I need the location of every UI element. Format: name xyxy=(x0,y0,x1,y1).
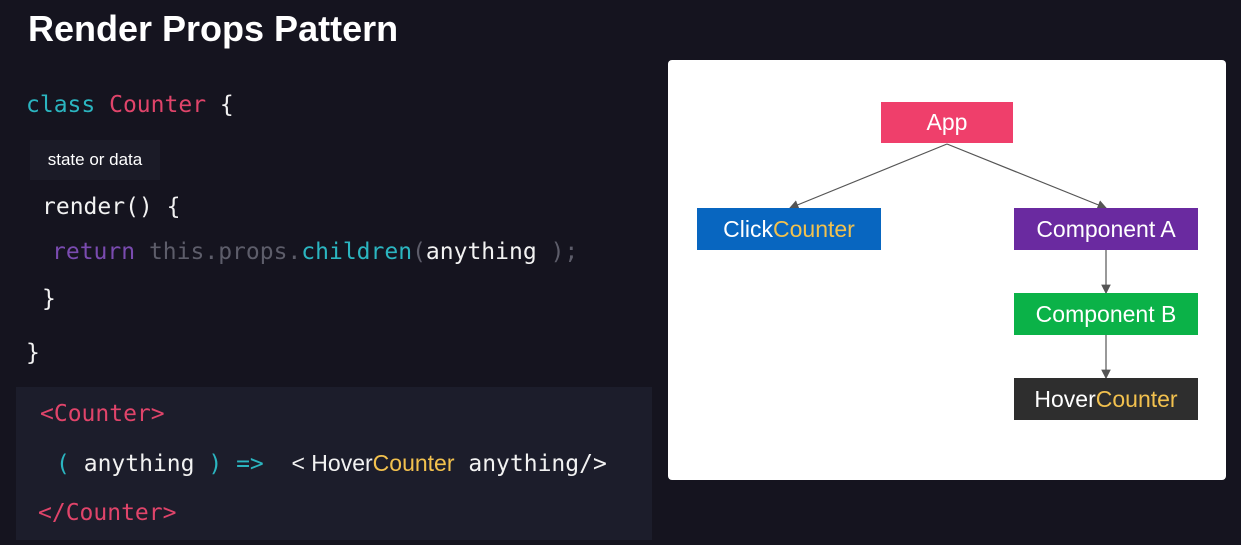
children-call: children xyxy=(301,239,413,265)
jsx-prop: anything xyxy=(454,451,580,477)
argument: anything xyxy=(83,451,195,477)
node-click-counter: Click Counter xyxy=(697,208,881,250)
page-title: Render Props Pattern xyxy=(28,8,399,49)
code-close-outer: } xyxy=(26,340,40,366)
node-label-highlight: Counter xyxy=(773,215,855,242)
class-name: Counter xyxy=(109,92,207,118)
code-close-inner: } xyxy=(42,286,56,312)
arrow: => xyxy=(236,451,264,477)
paren: ) xyxy=(208,451,223,477)
code-line-render: render() { xyxy=(42,194,181,220)
node-label-highlight: Counter xyxy=(1095,385,1178,412)
node-app: App xyxy=(881,102,1013,143)
keyword: class xyxy=(26,92,96,118)
code-line-return: return this.props.children(anything ); xyxy=(52,237,578,267)
component-tree-diagram: App Click Counter Component A Component B… xyxy=(668,60,1226,480)
node-label: Click xyxy=(723,215,773,242)
usage-open-tag: <Counter> xyxy=(40,401,165,427)
argument: anything xyxy=(425,239,537,265)
node-hover-counter: Hover Counter xyxy=(1014,378,1198,420)
this-props: this.props. xyxy=(148,239,302,265)
usage-close-tag: </Counter> xyxy=(38,500,177,526)
jsx-counter: Counter xyxy=(372,450,455,476)
jsx-open: < Hover xyxy=(291,450,373,476)
node-label: Hover xyxy=(1034,385,1096,412)
edge-app-compA xyxy=(946,143,1108,210)
node-component-a: Component A xyxy=(1014,208,1198,250)
paren: ( xyxy=(56,451,70,477)
node-component-b: Component B xyxy=(1014,293,1198,335)
brace: { xyxy=(219,92,234,118)
paren: ); xyxy=(550,239,579,265)
paren: ( xyxy=(412,239,426,265)
state-note: state or data xyxy=(30,140,160,180)
jsx-close: /> xyxy=(579,451,607,477)
usage-render-fn: ( anything ) => < HoverCounter anything/… xyxy=(56,448,607,479)
edge-app-click xyxy=(788,143,948,210)
code-line-class: class Counter { xyxy=(26,90,234,120)
return-keyword: return xyxy=(52,239,136,265)
